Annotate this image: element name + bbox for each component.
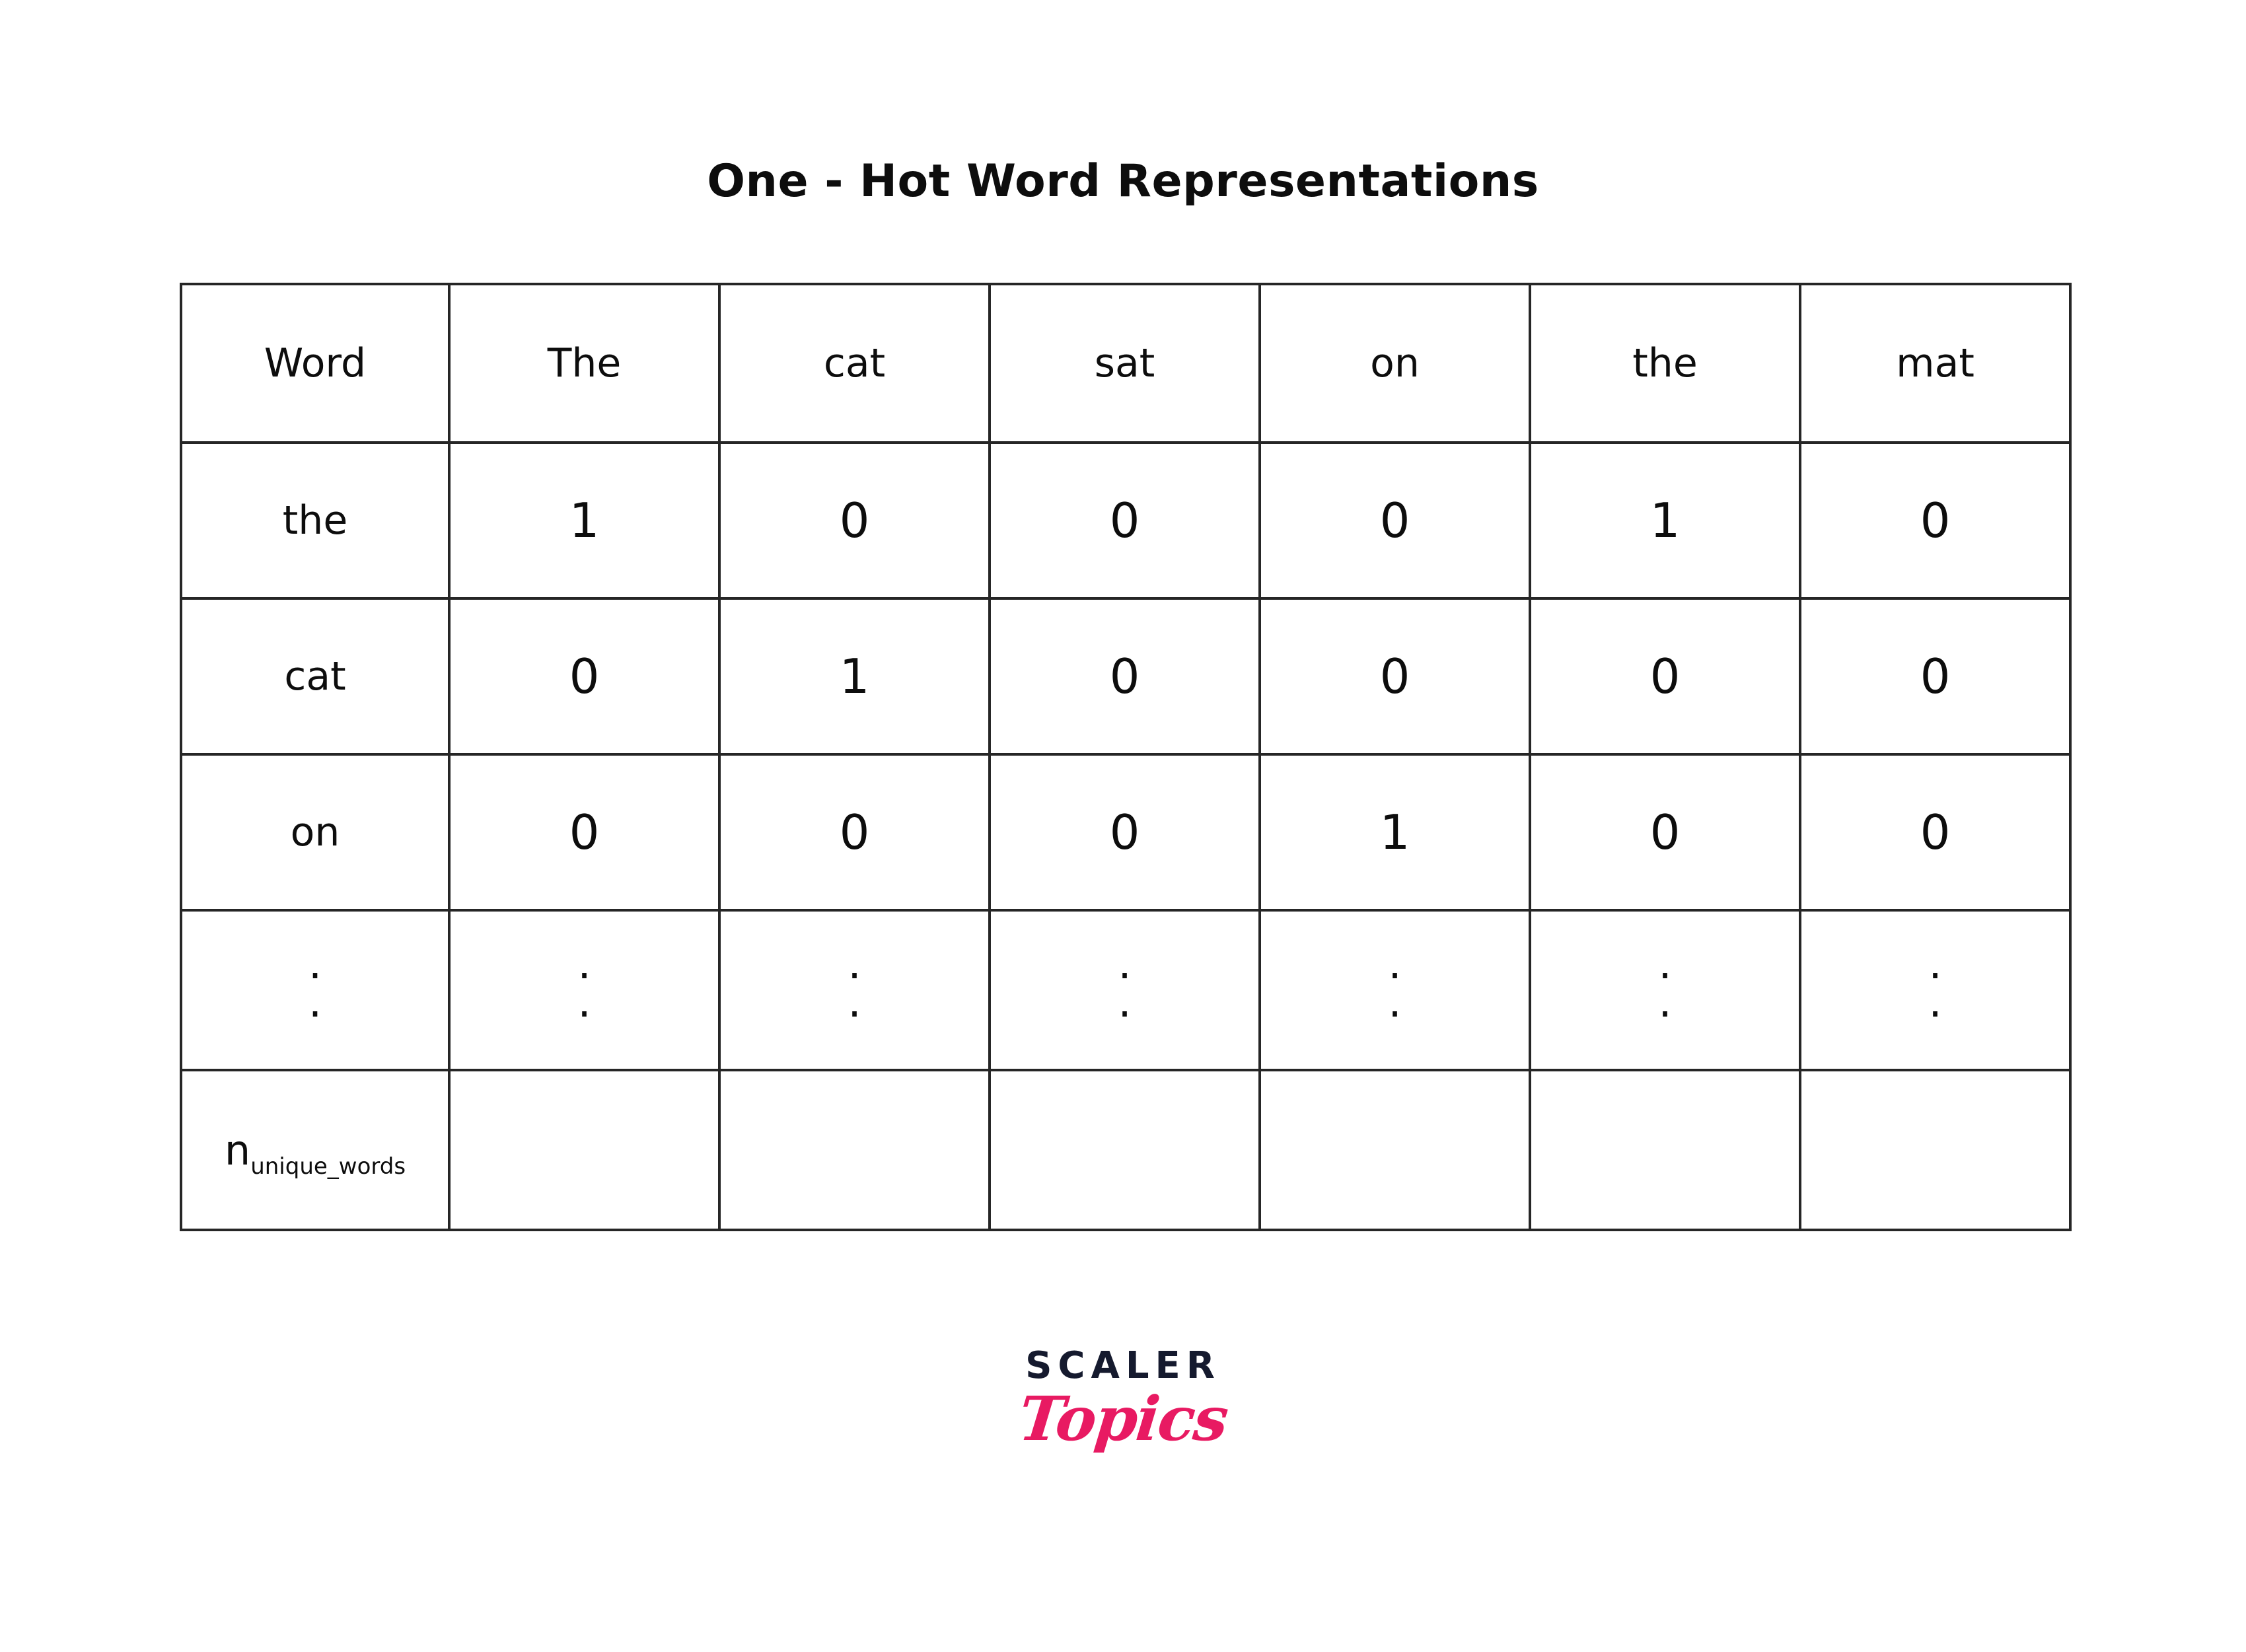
n-subscript: unique_words bbox=[250, 1153, 406, 1180]
ellipsis-dot: . bbox=[1928, 978, 1942, 1027]
cell-cat-0: 0 bbox=[448, 597, 721, 756]
ellipsis-cell-4: . . bbox=[1529, 909, 1801, 1071]
empty-cell-0 bbox=[448, 1069, 721, 1231]
cell-the-1: 0 bbox=[718, 441, 991, 600]
cell-cat-2: 0 bbox=[988, 597, 1261, 756]
header-cell-mat: mat bbox=[1799, 283, 2072, 444]
empty-cell-4 bbox=[1529, 1069, 1801, 1231]
page-title: One - Hot Word Representations bbox=[707, 155, 1539, 207]
cell-on-2: 0 bbox=[988, 753, 1261, 912]
ellipsis-cell-label: . . bbox=[180, 909, 451, 1071]
header-cell-cat: cat bbox=[718, 283, 991, 444]
row-label-on: on bbox=[180, 753, 451, 912]
ellipsis-cell-5: . . bbox=[1799, 909, 2072, 1071]
empty-cell-1 bbox=[718, 1069, 991, 1231]
ellipsis-dot: . bbox=[848, 978, 861, 1027]
cell-on-4: 0 bbox=[1529, 753, 1801, 912]
cell-the-4: 1 bbox=[1529, 441, 1801, 600]
ellipsis-dot: . bbox=[1658, 978, 1672, 1027]
ellipsis-dot: . bbox=[308, 978, 322, 1027]
ellipsis-cell-2: . . bbox=[988, 909, 1261, 1071]
row-label-n-unique-words: nunique_words bbox=[180, 1069, 451, 1231]
header-cell-word: Word bbox=[180, 283, 451, 444]
cell-cat-5: 0 bbox=[1799, 597, 2072, 756]
ellipsis-dot: . bbox=[1118, 978, 1132, 1027]
cell-cat-3: 0 bbox=[1258, 597, 1531, 756]
cell-on-0: 0 bbox=[448, 753, 721, 912]
table-ellipsis-row: . . . . . . . . . . . . . . bbox=[180, 909, 2072, 1071]
table-header-row: Word The cat sat on the mat bbox=[180, 283, 2072, 444]
table-row: cat 0 1 0 0 0 0 bbox=[180, 597, 2072, 756]
empty-cell-2 bbox=[988, 1069, 1261, 1231]
cell-the-5: 0 bbox=[1799, 441, 2072, 600]
cell-on-1: 0 bbox=[718, 753, 991, 912]
scaler-topics-logo: SCALER Topics bbox=[0, 1344, 2246, 1455]
header-cell-the-capital: The bbox=[448, 283, 721, 444]
cell-the-2: 0 bbox=[988, 441, 1261, 600]
ellipsis-dot: . bbox=[1388, 978, 1402, 1027]
ellipsis-cell-3: . . bbox=[1258, 909, 1531, 1071]
logo-text-topics: Topics bbox=[1015, 1383, 1231, 1454]
row-label-the: the bbox=[180, 441, 451, 600]
table-total-row: nunique_words bbox=[180, 1069, 2072, 1231]
ellipsis-dot: . bbox=[577, 978, 591, 1027]
one-hot-matrix-table: Word The cat sat on the mat the 1 0 0 0 … bbox=[180, 283, 2072, 1231]
logo-text-scaler: SCALER bbox=[1025, 1344, 1221, 1387]
cell-on-3: 1 bbox=[1258, 753, 1531, 912]
cell-cat-4: 0 bbox=[1529, 597, 1801, 756]
table-row: the 1 0 0 0 1 0 bbox=[180, 441, 2072, 600]
table-row: on 0 0 0 1 0 0 bbox=[180, 753, 2072, 912]
empty-cell-5 bbox=[1799, 1069, 2072, 1231]
empty-cell-3 bbox=[1258, 1069, 1531, 1231]
ellipsis-cell-1: . . bbox=[718, 909, 991, 1071]
cell-cat-1: 1 bbox=[718, 597, 991, 756]
ellipsis-cell-0: . . bbox=[448, 909, 721, 1071]
header-cell-on: on bbox=[1258, 283, 1531, 444]
cell-the-3: 0 bbox=[1258, 441, 1531, 600]
row-label-cat: cat bbox=[180, 597, 451, 756]
header-cell-sat: sat bbox=[988, 283, 1261, 444]
cell-on-5: 0 bbox=[1799, 753, 2072, 912]
header-cell-the: the bbox=[1529, 283, 1801, 444]
cell-the-0: 1 bbox=[448, 441, 721, 600]
n-symbol: n bbox=[224, 1126, 251, 1174]
